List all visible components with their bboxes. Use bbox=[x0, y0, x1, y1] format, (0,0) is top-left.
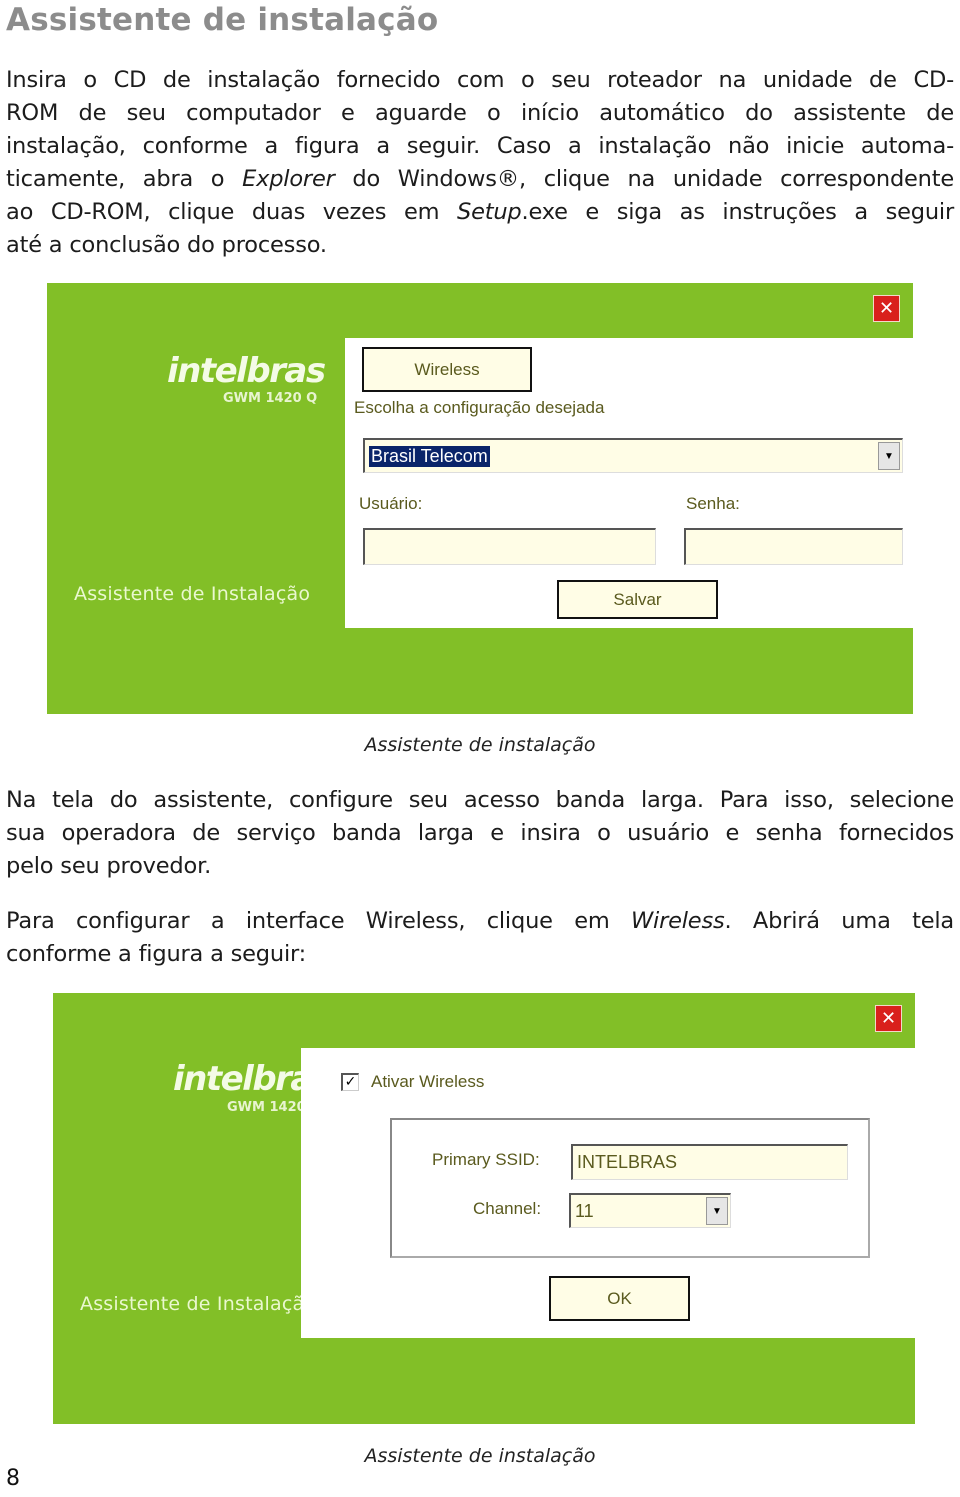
wizard-panel: Wireless Escolha a configuração desejada… bbox=[345, 338, 913, 628]
paragraph-line: sua operadora de serviço banda larga e i… bbox=[6, 820, 954, 846]
intro-line: ao CD-ROM, clique duas vezes em Setup.ex… bbox=[6, 196, 954, 229]
checkmark-icon: ✓ bbox=[344, 1074, 357, 1090]
emphasis-wireless: Wireless bbox=[630, 908, 725, 934]
password-label: Senha: bbox=[686, 494, 740, 513]
config-select-value: Brasil Telecom bbox=[369, 445, 490, 467]
save-button[interactable]: Salvar bbox=[557, 580, 718, 619]
text-segment: ticamente, abra o bbox=[6, 166, 243, 192]
text-segment: do Windows®, clique na unidade correspon… bbox=[334, 166, 954, 192]
close-button[interactable]: ✕ bbox=[873, 295, 900, 322]
text-segment: . Abrirá uma tela bbox=[724, 908, 955, 934]
wireless-button[interactable]: Wireless bbox=[362, 347, 532, 392]
page-heading: Assistente de instalação bbox=[6, 2, 439, 38]
emphasis-explorer: Explorer bbox=[242, 166, 335, 192]
paragraph-line: pelo seu provedor. bbox=[6, 853, 212, 879]
intro-line: ROM de seu computador e aguarde o início… bbox=[6, 100, 954, 126]
close-button[interactable]: ✕ bbox=[875, 1005, 902, 1032]
page-number: 8 bbox=[6, 1466, 20, 1491]
ok-button[interactable]: OK bbox=[549, 1276, 690, 1321]
user-input[interactable] bbox=[363, 528, 656, 565]
figure2-caption: Assistente de instalação bbox=[364, 1445, 596, 1467]
close-icon: ✕ bbox=[880, 1008, 897, 1029]
side-title: Assistente de Instalação bbox=[74, 583, 311, 605]
intro-line: instalação, conforme a figura a seguir. … bbox=[6, 133, 954, 159]
config-select[interactable]: Brasil Telecom ▼ bbox=[363, 438, 903, 473]
side-title: Assistente de Instalação bbox=[80, 1293, 317, 1315]
config-label: Escolha a configuração desejada bbox=[354, 398, 605, 417]
intro-line: ticamente, abra o Explorer do Windows®, … bbox=[6, 163, 954, 196]
paragraph-wireless: Para configurar a interface Wireless, cl… bbox=[6, 905, 954, 971]
wizard-panel: ✓ Ativar Wireless Primary SSID: INTELBRA… bbox=[301, 1048, 915, 1338]
paragraph-line: conforme a figura a seguir: bbox=[6, 941, 307, 967]
intro-paragraph: Insira o CD de instalação fornecido com … bbox=[6, 64, 954, 262]
user-label: Usuário: bbox=[359, 494, 423, 513]
enable-wireless-label: Ativar Wireless bbox=[371, 1072, 485, 1091]
ssid-label: Primary SSID: bbox=[432, 1150, 540, 1169]
figure1-wizard-screenshot: intelbras GWM 1420 Q Assistente de Insta… bbox=[47, 283, 913, 714]
close-icon: ✕ bbox=[878, 298, 895, 319]
chevron-down-icon[interactable]: ▼ bbox=[878, 442, 900, 470]
ssid-input[interactable]: INTELBRAS bbox=[571, 1144, 848, 1180]
paragraph-line: Na tela do assistente, configure seu ace… bbox=[6, 787, 954, 813]
figure2-wireless-screenshot: intelbras GWM 1420 Q Assistente de Insta… bbox=[53, 993, 915, 1424]
password-input[interactable] bbox=[684, 528, 903, 565]
channel-select[interactable]: 11 ▼ bbox=[569, 1193, 731, 1228]
chevron-down-icon[interactable]: ▼ bbox=[706, 1197, 728, 1225]
model-label: GWM 1420 Q bbox=[223, 391, 318, 406]
emphasis-setup: Setup bbox=[457, 199, 522, 225]
text-segment: ao CD-ROM, clique duas vezes em bbox=[6, 199, 457, 225]
text-segment: .exe e siga as instruções a seguir bbox=[521, 199, 955, 225]
channel-select-value: 11 bbox=[575, 1200, 594, 1221]
wireless-settings-group: Primary SSID: INTELBRAS Channel: 11 ▼ bbox=[390, 1118, 870, 1258]
paragraph-line: Para configurar a interface Wireless, cl… bbox=[6, 905, 954, 938]
intro-line: Insira o CD de instalação fornecido com … bbox=[6, 67, 954, 93]
channel-label: Channel: bbox=[473, 1199, 542, 1218]
enable-wireless-checkbox[interactable]: ✓ bbox=[341, 1073, 359, 1091]
intro-line: até a conclusão do processo. bbox=[6, 232, 327, 258]
intelbras-logo: intelbras bbox=[167, 351, 326, 391]
paragraph-broadband: Na tela do assistente, configure seu ace… bbox=[6, 784, 954, 883]
figure1-caption: Assistente de instalação bbox=[364, 734, 596, 756]
text-segment: Para configurar a interface Wireless, cl… bbox=[6, 908, 631, 934]
